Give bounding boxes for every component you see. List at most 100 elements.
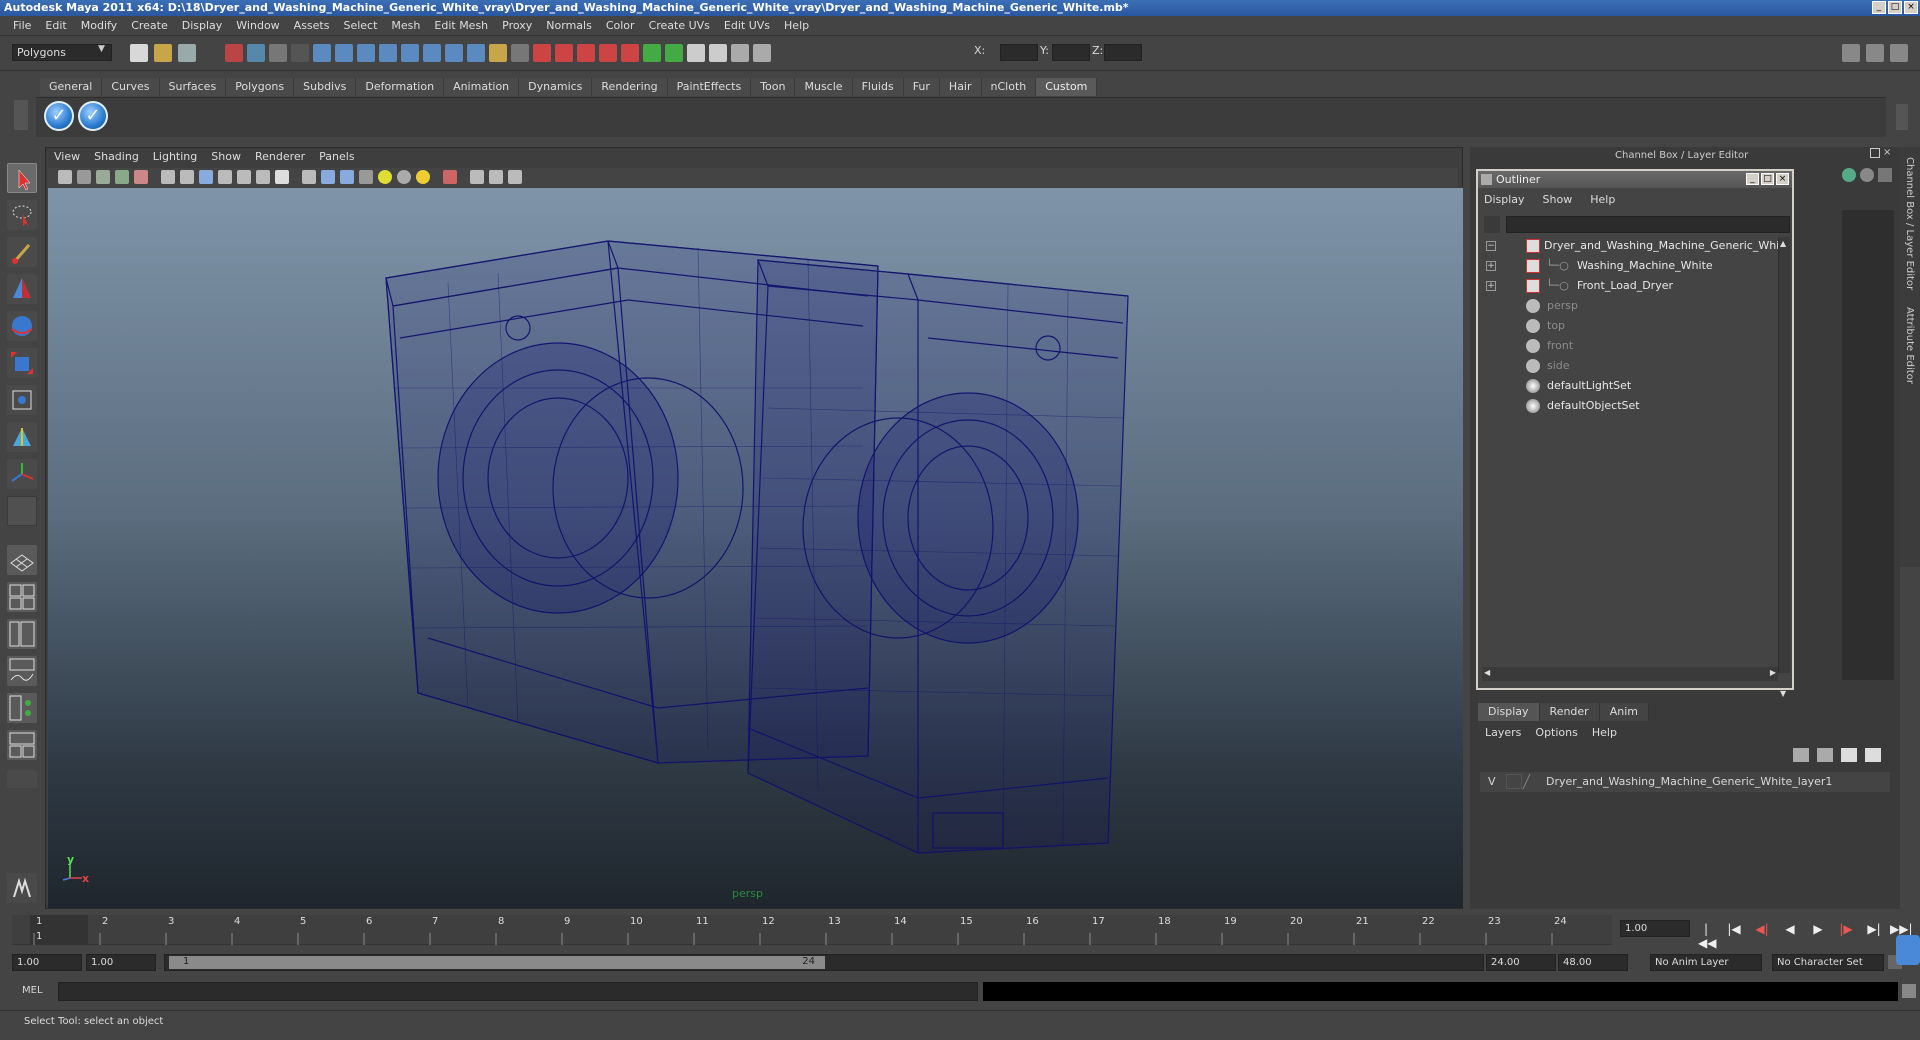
outliner-horizontal-scrollbar[interactable]: ◀ ▶ [1482,667,1778,681]
save-scene-icon[interactable] [178,44,196,62]
hypershade-icon[interactable] [665,44,683,62]
share-icon[interactable] [508,170,522,184]
chevron-down-icon[interactable]: ▼ [98,44,105,54]
select-object-icon[interactable] [247,44,265,62]
outliner-filter-field[interactable] [1506,216,1790,233]
outliner-persp-layout-icon[interactable] [7,619,37,649]
universal-manipulator-icon[interactable] [7,385,37,415]
playback-end-field[interactable]: 24.00 [1486,954,1556,971]
persp-graph-hypergraph-layout-icon[interactable] [7,730,37,760]
layer-color-swatch[interactable] [1522,774,1542,789]
transform-y-field[interactable] [1052,44,1090,61]
wireframe-icon[interactable] [302,170,316,184]
shelf-tab-deformation[interactable]: Deformation [356,78,445,96]
menu-create-uvs[interactable]: Create UVs [642,19,717,32]
pick-mask-icon[interactable] [291,44,309,62]
channel-icon-1[interactable] [1842,168,1856,182]
channel-icon-2[interactable] [1860,168,1874,182]
render-globals-icon[interactable] [731,44,749,62]
render-settings-icon[interactable] [643,44,661,62]
graph-persp-layout-icon[interactable] [7,656,37,686]
output-ops-icon[interactable] [555,44,573,62]
layer-row[interactable]: V Dryer_and_Washing_Machine_Generic_Whit… [1480,772,1890,792]
shelf-tab-animation[interactable]: Animation [444,78,520,96]
layer-tab-display[interactable]: Display [1478,703,1540,721]
shelf-tab-muscle[interactable]: Muscle [795,78,853,96]
select-camera-icon[interactable] [58,170,72,184]
step-forward-frame-button[interactable]: ▶| [1866,922,1882,936]
bookmarks-icon[interactable] [96,170,110,184]
menu-select[interactable]: Select [336,19,384,32]
layer-tab-anim[interactable]: Anim [1599,703,1649,721]
menu-help[interactable]: Help [777,19,816,32]
shelf-check-button-1[interactable]: ✓ [44,101,74,131]
lasso-tool-icon[interactable] [7,200,37,230]
show-manipulator-icon[interactable] [7,459,37,489]
go-to-start-button[interactable]: |◀◀ [1698,922,1716,950]
channel-icon-3[interactable] [1878,168,1892,182]
menu-modify[interactable]: Modify [74,19,124,32]
viewport-menu-panels[interactable]: Panels [319,150,354,163]
animation-prefs-icon[interactable] [1896,935,1920,965]
outliner-menu-help[interactable]: Help [1590,193,1615,206]
minimize-button[interactable]: _ [1872,1,1886,14]
close-button[interactable]: × [1904,1,1918,14]
select-component-icon[interactable] [269,44,287,62]
film-gate-icon[interactable] [180,170,194,184]
expand-icon[interactable]: + [1486,261,1496,271]
command-language-label[interactable]: MEL [22,985,43,996]
gate-mask-icon[interactable] [218,170,232,184]
snap-surface-icon[interactable] [401,44,419,62]
outliner-close-button[interactable]: × [1776,173,1789,185]
shelf-tab-general[interactable]: General [40,78,103,96]
show-channel-box-icon[interactable] [1890,44,1908,62]
menu-proxy[interactable]: Proxy [495,19,539,32]
side-tab-channel-box[interactable]: Channel Box / Layer Editor [1904,157,1915,290]
menu-assets[interactable]: Assets [287,19,337,32]
script-editor-icon[interactable] [1902,984,1916,998]
scale-tool-icon[interactable] [7,348,37,378]
outliner-item-persp[interactable]: persp [1486,297,1776,315]
move-tool-icon[interactable] [7,274,37,304]
menu-window[interactable]: Window [229,19,286,32]
outliner-menu-display[interactable]: Display [1484,193,1525,206]
isolate-select-icon[interactable] [470,170,484,184]
scroll-left-icon[interactable]: ◀ [1484,668,1490,677]
shelf-menu-icon[interactable] [14,100,28,130]
single-view-layout-icon[interactable] [7,545,37,575]
shelf-scroll-icon[interactable] [1896,104,1908,130]
xray-icon[interactable] [443,170,457,184]
shelf-tab-surfaces[interactable]: Surfaces [159,78,227,96]
transform-x-field[interactable] [1000,44,1038,61]
play-backwards-button[interactable]: ◀ [1782,922,1798,936]
maximize-button[interactable]: □ [1888,1,1902,14]
soft-mod-tool-icon[interactable] [7,422,37,452]
show-attribute-editor-icon[interactable] [1842,44,1860,62]
animation-end-field[interactable]: 48.00 [1558,954,1628,971]
scroll-down-icon[interactable]: ▼ [1780,689,1786,698]
batch-render-icon[interactable] [753,44,771,62]
construction-history-icon[interactable] [577,44,595,62]
viewport-menu-show[interactable]: Show [211,150,241,163]
ipr-render-icon[interactable] [621,44,639,62]
render-region-icon[interactable] [709,44,727,62]
layer-template-toggle[interactable] [1506,774,1522,789]
viewport-menu-view[interactable]: View [54,150,80,163]
shelf-tab-toon[interactable]: Toon [751,78,796,96]
show-tool-settings-icon[interactable] [1866,44,1884,62]
camera-attributes-icon[interactable] [77,170,91,184]
menu-set-select[interactable]: Polygons [12,44,112,61]
range-slider-handle[interactable]: 1 24 [169,956,825,969]
outliner-item-dryer[interactable]: + └─○ Front_Load_Dryer [1486,277,1776,295]
outliner-item-default-light-set[interactable]: defaultLightSet [1486,377,1776,395]
last-tool-icon[interactable] [7,496,37,526]
menu-edit-uvs[interactable]: Edit UVs [717,19,777,32]
play-forwards-button[interactable]: ▶ [1810,922,1826,936]
smooth-shade-icon[interactable] [321,170,335,184]
outliner-maximize-button[interactable]: □ [1761,173,1774,185]
hud-icon[interactable] [489,170,503,184]
outliner-filter-icon[interactable] [1484,216,1500,233]
scroll-right-icon[interactable]: ▶ [1770,668,1776,677]
menu-mesh[interactable]: Mesh [384,19,427,32]
step-back-frame-button[interactable]: |◀ [1726,922,1742,936]
